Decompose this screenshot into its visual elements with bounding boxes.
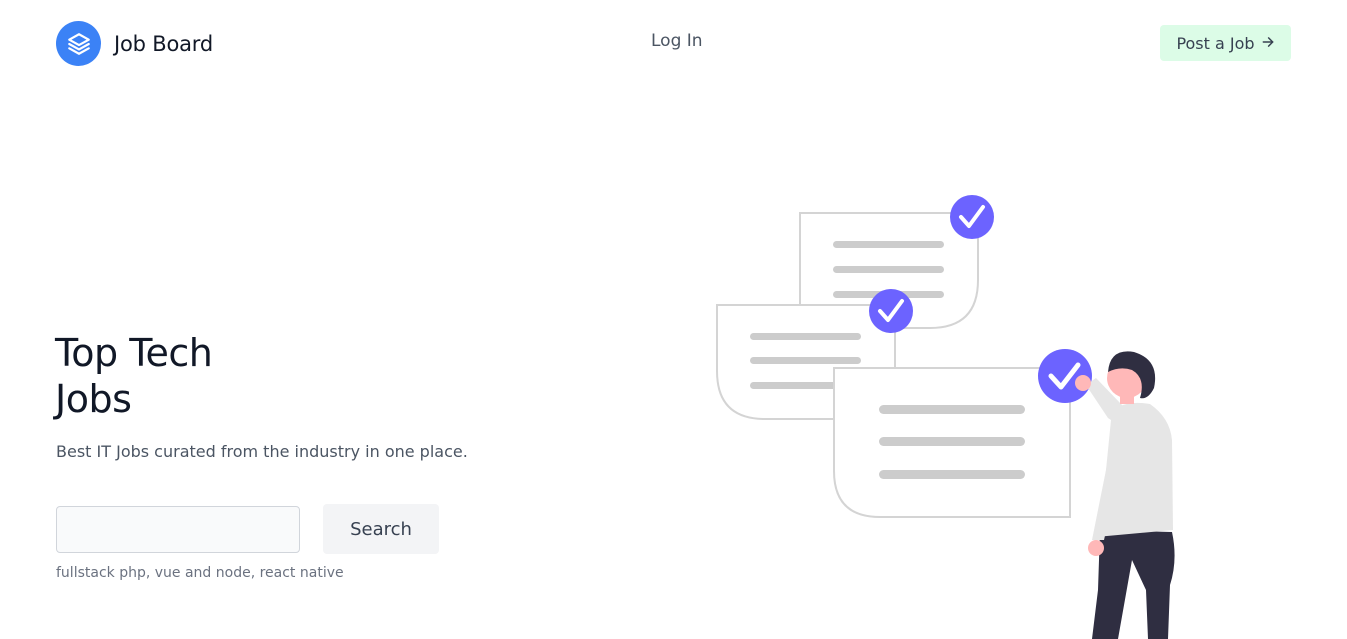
hero-subtitle: Best IT Jobs curated from the industry i… [56,442,468,461]
search-hint: fullstack php, vue and node, react nativ… [56,565,344,581]
post-job-label: Post a Job [1176,33,1255,53]
hero-title-line2: Jobs [55,377,132,421]
check-badge-icon [950,195,994,239]
hero-title-line1: Top Tech [55,331,213,375]
job-card-illustration [833,367,1071,518]
login-link[interactable]: Log In [651,31,703,51]
job-checklist-illustration [716,195,1175,639]
hero-title: Top Tech Jobs [55,330,355,422]
brand-link[interactable]: Job Board [56,21,213,66]
page: Job Board Log In Post a Job Top Tech Job… [0,0,1347,639]
layers-icon [56,21,101,66]
search-button[interactable]: Search [323,504,439,554]
person-illustration [1075,351,1175,639]
post-job-button[interactable]: Post a Job [1160,25,1291,61]
check-badge-icon [869,289,913,333]
brand-name: Job Board [114,31,213,56]
arrow-right-icon [1261,34,1275,53]
search-input[interactable] [56,506,300,553]
